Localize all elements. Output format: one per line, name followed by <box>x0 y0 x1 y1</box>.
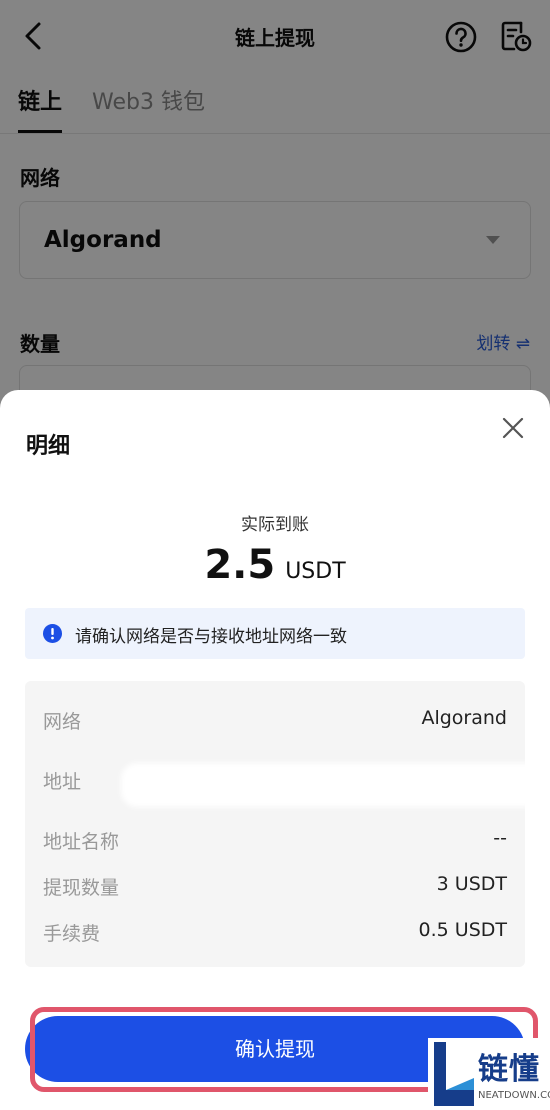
watermark-logo: 链懂 NEATDOWN.COM <box>428 1038 550 1110</box>
details-sheet: 明细 实际到账 2.5 USDT 请确认网络是否与接收地址网络一致 网络 Algo… <box>0 390 550 1110</box>
received-amount-unit: USDT <box>285 559 346 584</box>
detail-label: 手续费 <box>43 923 101 945</box>
logo-l-icon <box>434 1042 474 1106</box>
network-notice: 请确认网络是否与接收地址网络一致 <box>25 608 525 659</box>
detail-label: 网络 <box>43 711 82 733</box>
watermark-subtext: NEATDOWN.COM <box>478 1090 550 1101</box>
detail-label: 地址 <box>43 771 82 793</box>
detail-value: 3 USDT <box>436 873 507 895</box>
detail-label: 提现数量 <box>43 877 120 899</box>
detail-value: -- <box>493 827 507 849</box>
detail-row-address: 地址 <box>43 763 541 807</box>
close-icon <box>502 417 524 439</box>
detail-label: 地址名称 <box>43 831 120 853</box>
close-button[interactable] <box>497 412 529 444</box>
watermark-text: 链懂 <box>478 1052 540 1087</box>
detail-row-address-name: 地址名称 -- <box>43 825 507 855</box>
notice-text: 请确认网络是否与接收地址网络一致 <box>75 627 347 647</box>
detail-row-withdraw-amount: 提现数量 3 USDT <box>43 871 507 901</box>
sheet-title: 明细 <box>26 434 71 459</box>
details-panel: 网络 Algorand 地址 地址名称 -- 提现数量 3 USDT 手续费 0… <box>25 681 541 967</box>
info-icon <box>43 624 62 643</box>
received-amount-value: 2.5 <box>204 542 276 588</box>
detail-row-fee: 手续费 0.5 USDT <box>43 917 507 947</box>
address-redaction <box>121 763 541 807</box>
detail-row-network: 网络 Algorand <box>43 705 507 735</box>
detail-value: Algorand <box>421 707 507 729</box>
detail-value: 0.5 USDT <box>418 919 507 941</box>
received-amount: 2.5 USDT <box>0 542 550 588</box>
received-label: 实际到账 <box>241 515 309 535</box>
